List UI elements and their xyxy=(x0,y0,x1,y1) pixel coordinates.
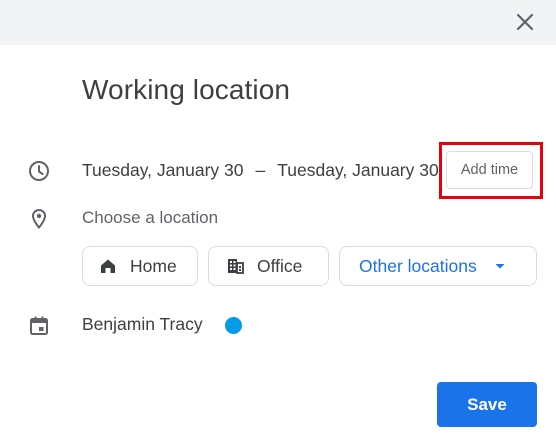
office-chip-label: Office xyxy=(257,255,303,276)
page-title: Working location xyxy=(82,74,291,105)
home-chip-label: Home xyxy=(130,255,177,276)
add-time-button[interactable]: Add time xyxy=(446,151,533,189)
calendar-owner-name[interactable]: Benjamin Tracy xyxy=(82,314,203,335)
choose-location-label: Choose a location xyxy=(82,208,219,227)
date-range: Tuesday, January 30 – Tuesday, January 3… xyxy=(82,160,439,181)
home-location-chip[interactable]: Home xyxy=(82,246,198,286)
office-building-icon xyxy=(225,256,245,276)
home-icon xyxy=(98,256,118,276)
start-date[interactable]: Tuesday, January 30 xyxy=(82,160,243,181)
dialog-header-bar xyxy=(0,0,556,45)
location-pin-icon xyxy=(27,207,51,231)
date-separator: – xyxy=(255,160,266,180)
close-icon[interactable] xyxy=(514,11,536,33)
dropdown-caret-icon xyxy=(493,259,507,273)
calendar-icon xyxy=(27,314,51,338)
calendar-color-dot[interactable] xyxy=(225,317,242,334)
other-locations-label: Other locations xyxy=(359,255,477,276)
clock-icon xyxy=(27,159,51,183)
office-location-chip[interactable]: Office xyxy=(208,246,329,286)
end-date[interactable]: Tuesday, January 30 xyxy=(277,160,438,181)
other-locations-dropdown[interactable]: Other locations xyxy=(339,246,537,286)
save-button[interactable]: Save xyxy=(437,382,537,427)
